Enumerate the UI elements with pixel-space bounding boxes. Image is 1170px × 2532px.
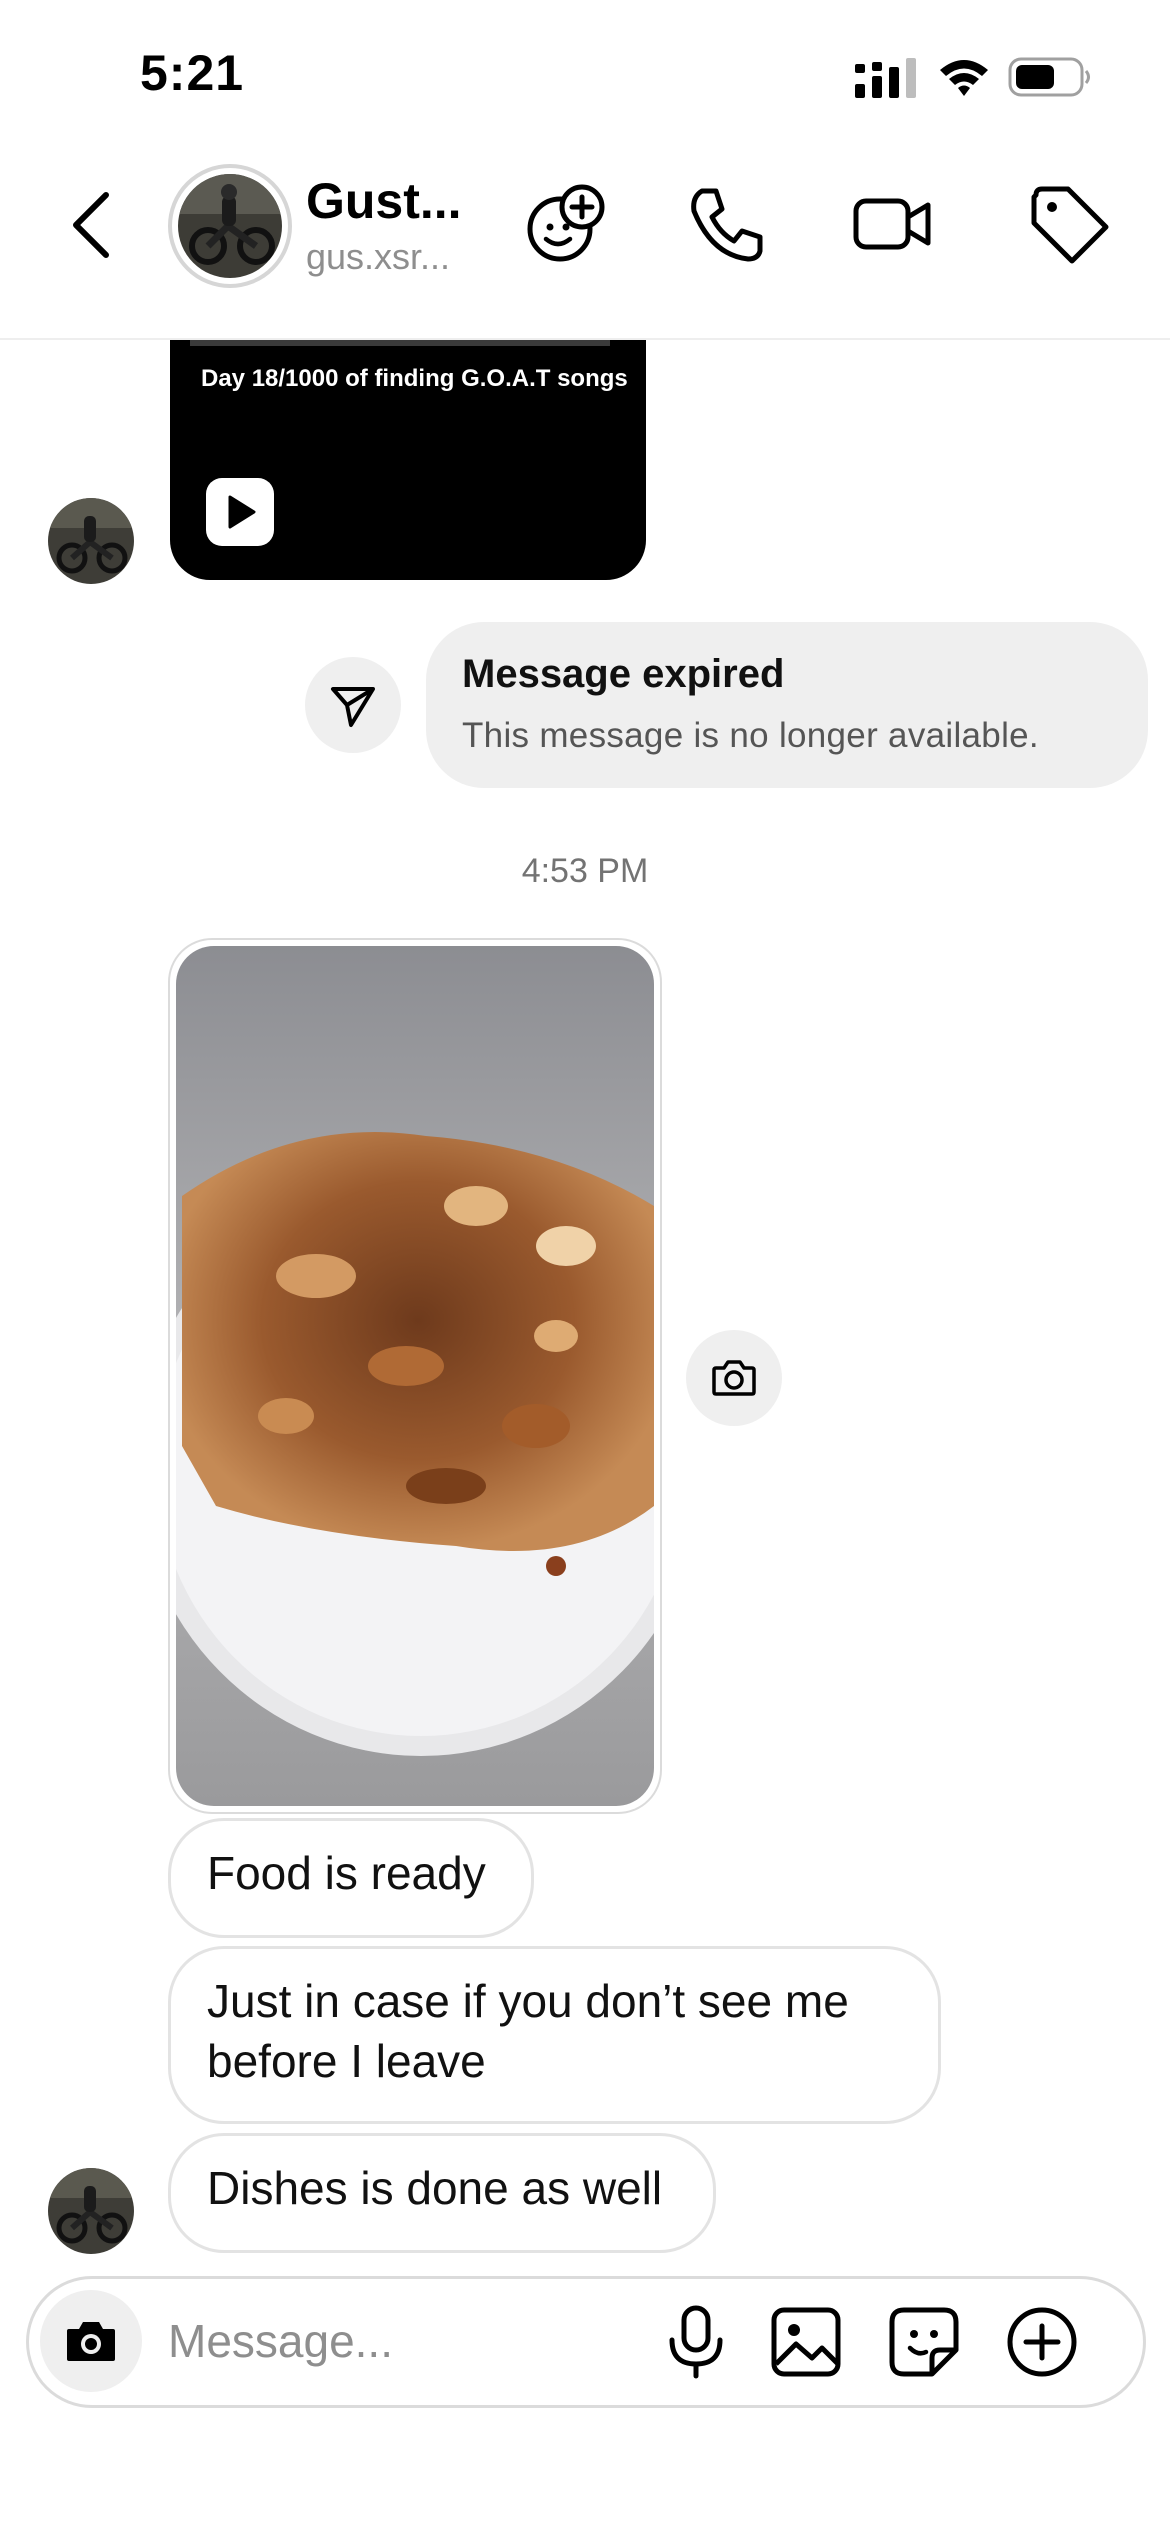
sender-avatar[interactable]	[48, 2168, 134, 2254]
expired-message-bubble[interactable]	[426, 622, 1148, 788]
food-photo[interactable]	[176, 946, 654, 1806]
tag-icon[interactable]	[1026, 181, 1112, 267]
phone-icon[interactable]	[684, 181, 770, 267]
plus-icon[interactable]	[1002, 2302, 1082, 2382]
message-bubble[interactable]: Just in case if you don’t see me before …	[168, 1946, 941, 2124]
reel-caption: Day 18/1000 of finding G.O.A.T songs	[201, 365, 628, 392]
wifi-icon	[940, 60, 988, 96]
message-bubble[interactable]: Dishes is done as well	[168, 2133, 716, 2253]
sender-avatar[interactable]	[48, 498, 134, 584]
avatar[interactable]	[178, 174, 282, 278]
contact-name[interactable]: Gust...	[306, 172, 462, 230]
play-icon[interactable]	[206, 478, 274, 546]
video-camera-icon[interactable]	[850, 181, 936, 267]
contact-username[interactable]: gus.xsr...	[306, 236, 450, 278]
reel-thumbnail-edge	[190, 340, 610, 346]
timestamp: 4:53 PM	[521, 852, 649, 890]
message-bubble[interactable]: Food is ready	[168, 1818, 534, 1938]
expired-subtitle: This message is no longer available.	[462, 716, 1039, 755]
microphone-icon[interactable]	[656, 2302, 736, 2382]
camera-icon[interactable]	[40, 2290, 142, 2392]
expired-title: Message expired	[462, 652, 785, 696]
sticker-icon[interactable]	[884, 2302, 964, 2382]
message-input[interactable]	[168, 2306, 628, 2376]
add-effects-icon[interactable]	[522, 181, 608, 267]
send-icon[interactable]	[305, 657, 401, 753]
gallery-icon[interactable]	[766, 2302, 846, 2382]
back-chevron-icon[interactable]	[62, 185, 122, 265]
status-time: 5:21	[140, 45, 245, 101]
camera-reply-icon[interactable]	[686, 1330, 782, 1426]
battery-icon	[1008, 57, 1090, 97]
cellular-signal-icon	[855, 58, 916, 98]
